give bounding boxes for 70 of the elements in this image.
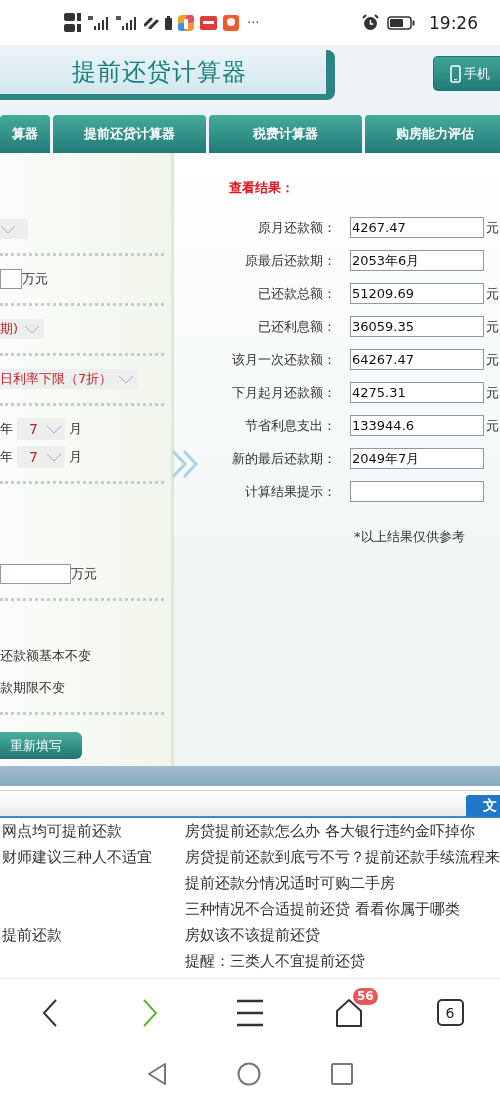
- reset-button[interactable]: 重新填写: [0, 732, 82, 759]
- article-link[interactable]: 财师建议三种人不适宜: [0, 848, 152, 866]
- mobile-version-button[interactable]: 手机: [433, 56, 500, 91]
- result-label: 下月起月还款额：: [231, 383, 336, 402]
- article-link[interactable]: 房奴该不该提前还贷: [183, 926, 320, 944]
- notification-badge: 56: [353, 987, 378, 1005]
- result-field: 51209.69: [350, 283, 484, 304]
- unit-label: 元: [486, 383, 499, 402]
- app-icon: [200, 15, 217, 30]
- app-icon: [223, 14, 239, 31]
- result-field: 2049年7月: [350, 448, 484, 469]
- month-label: 月: [69, 448, 82, 466]
- more-notifications: ···: [247, 15, 260, 30]
- result-label: 新的最后还款期：: [231, 449, 336, 468]
- result-field: 36059.35: [350, 316, 484, 337]
- clock-time: 19:26: [429, 12, 478, 33]
- article-link[interactable]: 房贷提前还款怎么办 各大银行违约金吓掉你: [183, 822, 475, 840]
- dropdown[interactable]: 日利率下限（7折）: [0, 369, 139, 389]
- unit-label: 元: [486, 350, 499, 369]
- nav-tab[interactable]: 提前还贷计算器: [53, 115, 206, 153]
- year-label: 年: [0, 448, 13, 466]
- result-field: 2053年6月: [350, 250, 484, 271]
- nav-tab[interactable]: 税费计算器: [209, 115, 362, 153]
- input-field[interactable]: [0, 269, 22, 289]
- article-link[interactable]: 网点均可提前还款: [0, 822, 122, 840]
- results-heading: 查看结果：: [229, 179, 294, 197]
- unit-label: 万元: [22, 270, 48, 288]
- result-label: 该月一次还款额：: [231, 350, 336, 369]
- result-field: 4267.47: [350, 217, 484, 238]
- phone-icon: [450, 64, 461, 83]
- app-icon: [178, 14, 194, 31]
- unit-label: 元: [486, 218, 499, 237]
- unit-label: 元: [486, 317, 499, 336]
- input-field[interactable]: [0, 564, 71, 584]
- disclaimer-note: *以上结果仅供参考: [354, 528, 465, 546]
- article-link[interactable]: 房贷提前还款到底亏不亏？提前还款手续流程来: [183, 848, 500, 866]
- article-link[interactable]: 提前还款: [0, 926, 62, 944]
- article-link[interactable]: 三种情况不合适提前还贷 看看你属于哪类: [183, 900, 460, 918]
- result-label: 节省利息支出：: [244, 416, 336, 435]
- nav-tab[interactable]: 算器: [0, 115, 50, 153]
- month-dropdown[interactable]: 7: [17, 446, 65, 468]
- battery-icon: [165, 15, 172, 30]
- unit-label: 万元: [71, 565, 97, 583]
- option-label: 还款额基本不变: [0, 647, 91, 665]
- alarm-icon: [362, 14, 379, 31]
- tabs-button[interactable]: 6: [436, 999, 464, 1026]
- result-label: 原月还款额：: [257, 218, 336, 237]
- month-dropdown[interactable]: 7: [17, 418, 65, 440]
- article-link[interactable]: 提醒：三类人不宜提前还贷: [183, 952, 365, 970]
- page-title: 提前还贷计算器: [72, 57, 247, 88]
- recents-icon[interactable]: [331, 1062, 353, 1085]
- unit-label: 元: [486, 416, 499, 435]
- month-label: 月: [69, 420, 82, 438]
- signal-icon: [116, 15, 138, 30]
- search-tab[interactable]: 文: [466, 795, 500, 817]
- result-field: 4275.31: [350, 382, 484, 403]
- article-link[interactable]: 提前还款分情况适时可购二手房: [183, 874, 395, 892]
- dropdown[interactable]: 期): [0, 319, 45, 339]
- signal-icon: [88, 15, 110, 30]
- unit-label: 元: [486, 284, 499, 303]
- result-label: 已还款总额：: [257, 284, 336, 303]
- result-field: 133944.6: [350, 415, 484, 436]
- year-label: 年: [0, 420, 13, 438]
- result-label: 计算结果提示：: [244, 482, 336, 501]
- result-label: 已还利息额：: [257, 317, 336, 336]
- option-label: 款期限不变: [0, 679, 65, 697]
- result-field: 64267.47: [350, 349, 484, 370]
- result-label: 原最后还款期：: [244, 251, 336, 270]
- nav-tab[interactable]: 购房能力评估: [365, 115, 500, 153]
- battery-icon: [387, 15, 415, 30]
